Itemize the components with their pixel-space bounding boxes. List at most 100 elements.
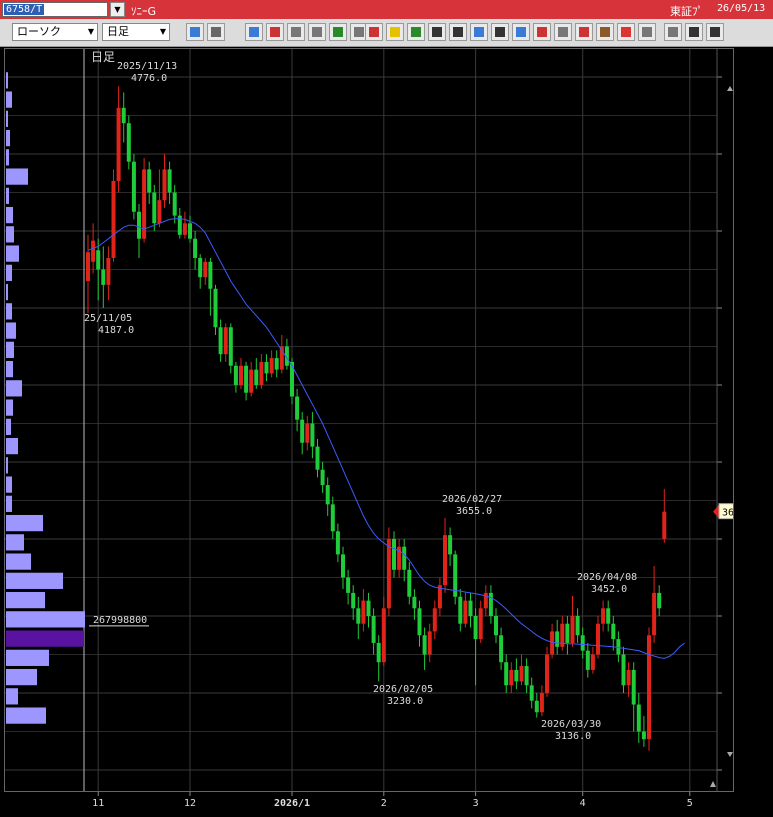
stock-name: ｿﾆｰG <box>131 5 157 18</box>
symbol-dropdown-button[interactable]: ▼ <box>110 2 125 17</box>
cursor-icon <box>211 27 221 37</box>
line-button[interactable] <box>428 23 446 41</box>
candle-body <box>330 504 335 532</box>
candle-body <box>616 639 621 655</box>
candle-body <box>116 107 121 181</box>
grid2-icon <box>354 27 364 37</box>
compare-button[interactable] <box>365 23 383 41</box>
down-arrow-button[interactable] <box>329 23 347 41</box>
menu-button[interactable] <box>685 23 703 41</box>
candle-body <box>269 358 274 374</box>
draw-button[interactable] <box>245 23 263 41</box>
candle-body <box>647 635 651 740</box>
grid-icon <box>312 27 322 37</box>
candle-body <box>228 327 233 366</box>
candle-body <box>295 396 300 420</box>
candle-body <box>514 669 519 682</box>
trash-icon <box>516 27 526 37</box>
candle-body <box>86 252 90 282</box>
eraser-button[interactable] <box>470 23 488 41</box>
annotation-value: 4187.0 <box>98 325 134 336</box>
mr-button[interactable] <box>664 23 682 41</box>
pencil-button[interactable] <box>407 23 425 41</box>
scroll-down-icon <box>727 752 733 757</box>
candle-body <box>126 123 131 162</box>
grid3-button[interactable] <box>638 23 656 41</box>
volume-profile-bar <box>6 611 85 628</box>
candle-body <box>422 635 427 655</box>
chart-panel[interactable]: 4800.04600.04400.04200.04000.03800.03600… <box>4 48 771 792</box>
candle-body <box>213 288 218 328</box>
candle-body <box>259 361 264 385</box>
candle-body <box>443 535 447 586</box>
zoom-icon <box>190 27 200 37</box>
volume-profile-label: 267998800 <box>93 615 147 626</box>
table-button[interactable] <box>287 23 305 41</box>
trash-button[interactable] <box>512 23 530 41</box>
candle-body <box>606 608 611 624</box>
x-tick-label: 3 <box>473 798 479 809</box>
candle-body <box>101 269 106 285</box>
candle-body <box>458 596 463 624</box>
search-button[interactable] <box>266 23 284 41</box>
warning-button[interactable] <box>386 23 404 41</box>
current-price-label: 3671.0 <box>722 508 733 519</box>
candle-body <box>494 616 498 636</box>
date-axis-svg: 11 12 2026/1 2 3 4 5 <box>92 792 693 809</box>
candle-body <box>524 666 529 686</box>
bar-left-icon <box>537 27 547 37</box>
candle-body <box>223 327 228 355</box>
candle-body <box>509 669 514 686</box>
cursor-button[interactable] <box>207 23 225 41</box>
candle-body <box>590 654 595 670</box>
symbol-input[interactable]: 6758/T <box>2 2 108 17</box>
wand-button[interactable] <box>617 23 635 41</box>
candle-body <box>239 365 243 385</box>
candle-body <box>550 631 555 655</box>
all-button[interactable] <box>575 23 593 41</box>
candle-body <box>172 192 177 216</box>
volume-profile-bar <box>6 688 18 705</box>
candle-body <box>662 511 667 539</box>
candle-body <box>545 654 549 693</box>
candlestick-chart: 4800.04600.04400.04200.04000.03800.03600… <box>5 49 771 791</box>
candle-body <box>335 531 340 555</box>
zoom-button[interactable] <box>186 23 204 41</box>
menu-icon <box>689 27 699 37</box>
candle-body <box>366 600 371 616</box>
fib-button[interactable] <box>596 23 614 41</box>
candle-body <box>417 608 422 636</box>
candle-body <box>218 327 223 355</box>
candle-body <box>478 608 483 640</box>
volume-profile-bar <box>6 437 18 455</box>
period-select[interactable]: 日足 ▼ <box>102 23 170 41</box>
chart-type-select[interactable]: ローソク ▼ <box>12 23 98 41</box>
exchange-label: 東証ﾌﾟ <box>670 5 703 18</box>
note-button[interactable] <box>491 23 509 41</box>
candle-body <box>106 257 111 285</box>
list-button[interactable] <box>706 23 724 41</box>
volume-profile-bar <box>6 399 13 416</box>
volume-profile-bar <box>6 591 45 609</box>
candle-body <box>96 250 101 270</box>
volume-profile-bar <box>6 360 13 378</box>
candle-body <box>631 669 636 705</box>
toolbar: ローソク ▼ 日足 ▼ <box>0 19 773 47</box>
candle-body <box>596 623 600 655</box>
bar-mid-icon <box>558 27 568 37</box>
candle-body <box>473 616 478 640</box>
volume-profile-bar <box>6 264 12 281</box>
volume-profile-bar <box>6 553 31 570</box>
annotation-value: 3452.0 <box>591 584 627 595</box>
symbol-text: 6758/T <box>4 4 45 15</box>
grid-button[interactable] <box>308 23 326 41</box>
volume-profile-bar <box>6 380 22 397</box>
bar-left-button[interactable] <box>533 23 551 41</box>
candle-body <box>182 223 187 235</box>
bar-mid-button[interactable] <box>554 23 572 41</box>
candle-body <box>137 211 141 239</box>
volume-profile-bar <box>6 110 8 127</box>
candle-body <box>565 623 570 643</box>
pointer-button[interactable] <box>449 23 467 41</box>
chevron-down-icon: ▼ <box>87 27 94 36</box>
